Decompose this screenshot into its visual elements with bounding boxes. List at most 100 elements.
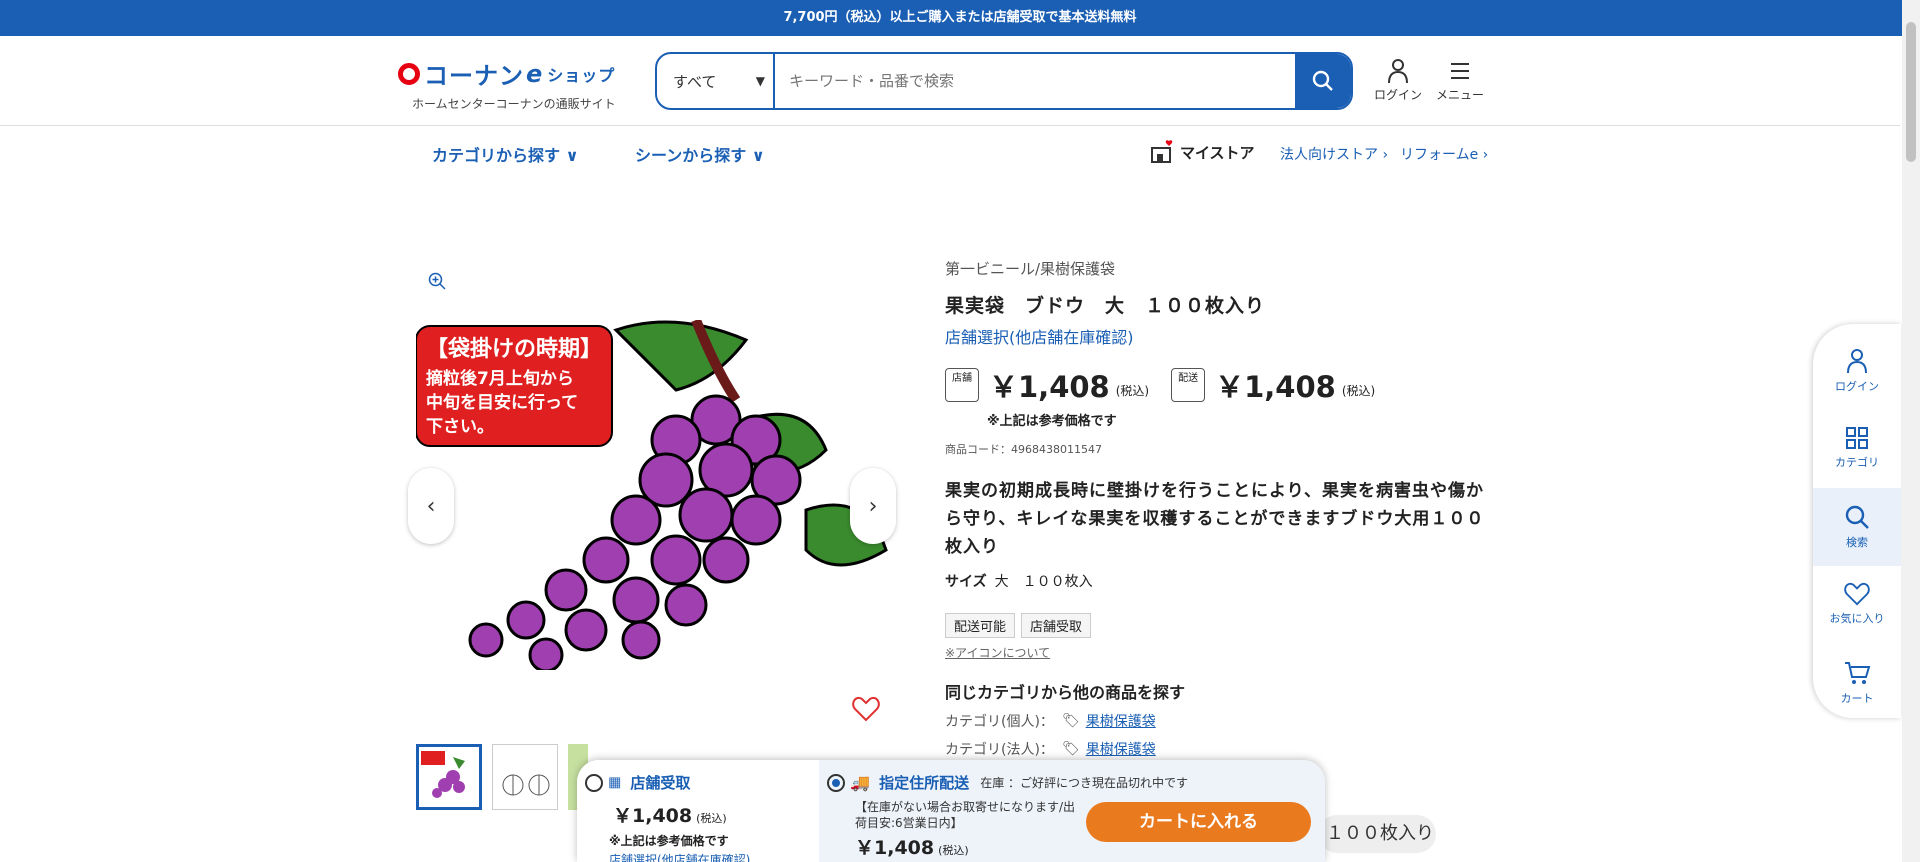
- sidebar-cart[interactable]: カート: [1813, 644, 1901, 722]
- favorite-button[interactable]: [852, 696, 880, 726]
- logo-mark-icon: [398, 62, 420, 85]
- store-pickup-store-link[interactable]: 店舗選択(他店舗在庫確認): [609, 851, 819, 862]
- global-nav: カテゴリから探す ∨ シーンから探す ∨ マイストア 法人向けストア › リフォ…: [0, 128, 1900, 178]
- store-price-box: 店舗 ￥1,408 (税込): [945, 364, 1149, 406]
- sidebar-search-label: 検索: [1846, 536, 1868, 549]
- price-row: 店舗 ￥1,408 (税込) 配送 ￥1,408 (税込): [945, 364, 1490, 406]
- thumbnail-1[interactable]: [416, 744, 482, 810]
- delivery-lead-time: 【在庫がない場合お取寄せになります/出荷目安:6営業日内】: [855, 800, 1076, 830]
- nav-category-dropdown[interactable]: カテゴリから探す ∨: [432, 142, 579, 166]
- image-caption-line3: 中旬を目安に行って: [426, 392, 578, 413]
- tag-delivery: 配送可能: [945, 613, 1016, 638]
- header-login-label: ログイン: [1373, 88, 1422, 102]
- tag-icon: 🏷: [1061, 741, 1080, 757]
- delivery-price: ￥1,408: [1215, 370, 1336, 404]
- next-image-button[interactable]: ›: [850, 468, 896, 544]
- feature-tags: 配送可能 店舗受取: [945, 613, 1490, 638]
- thumbnail-strip: [416, 744, 588, 810]
- product-brand: 第一ビニール/果樹保護袋: [945, 260, 1116, 278]
- chevron-down-icon: ∨: [751, 146, 765, 165]
- store-pickup-price: ￥1,408 (税込): [613, 801, 819, 828]
- store-select-link[interactable]: 店舗選択(他店舗在庫確認): [945, 324, 1490, 348]
- store-pickup-tax: (税込): [696, 812, 727, 825]
- sidebar-category[interactable]: カテゴリ: [1813, 410, 1901, 488]
- nav-category-label: カテゴリから探す: [432, 146, 561, 165]
- sidebar-favorite[interactable]: お気に入り: [1813, 566, 1901, 644]
- delivery-stock: 在庫 ：ご好評につき現在品切れ中です: [980, 776, 1189, 790]
- page-scrollbar[interactable]: [1902, 0, 1920, 862]
- sidebar-cart-label: カート: [1840, 692, 1874, 705]
- image-caption-line1: 【袋掛けの時期】: [426, 336, 602, 362]
- category-personal-row: カテゴリ(個人)： 🏷 果樹保護袋: [945, 711, 1490, 731]
- logo-subtitle: ホームセンターコーナンの通販サイト: [412, 97, 616, 111]
- store-pickup-option[interactable]: ▦ 店舗受取 ￥1,408 (税込) ※上記は参考価格です 店舗選択(他店舗在庫確…: [577, 760, 819, 862]
- delivery-radio[interactable]: [827, 773, 845, 792]
- prev-image-button[interactable]: ‹: [408, 468, 454, 544]
- category-corporate-label: カテゴリ(法人)：: [945, 742, 1054, 758]
- free-shipping-banner: 7,700円（税込）以上ご購入または店舗受取で基本送料無料: [0, 0, 1920, 36]
- logo-brand: コーナン: [424, 62, 524, 90]
- corporate-label: 法人向けストア: [1280, 147, 1378, 163]
- reform-link[interactable]: リフォームe ›: [1400, 144, 1488, 164]
- sidebar-category-label: カテゴリ: [1835, 456, 1879, 469]
- store-icon: 店舗: [945, 368, 979, 402]
- image-caption-line2: 摘粒後7月上旬から: [426, 368, 574, 389]
- size-option-pill[interactable]: １００枚入り: [1318, 815, 1436, 853]
- search-category-select[interactable]: すべて ▼: [657, 54, 775, 108]
- corporate-store-link[interactable]: 法人向けストア ›: [1280, 144, 1388, 164]
- icon-info-link[interactable]: ※アイコンについて: [945, 644, 1490, 661]
- delivery-tax: (税込): [1341, 383, 1376, 398]
- category-corporate-link[interactable]: 果樹保護袋: [1086, 739, 1156, 759]
- diagram-thumbnail: [502, 774, 550, 796]
- header-menu-button[interactable]: メニュー: [1430, 58, 1490, 103]
- category-personal-label: カテゴリ(個人)：: [945, 714, 1054, 730]
- grape-thumbnail: [421, 751, 465, 798]
- sidebar-login-label: ログイン: [1835, 380, 1879, 393]
- scrollbar-thumb[interactable]: [1906, 22, 1916, 162]
- site-logo[interactable]: コーナン e ショップ ホームセンターコーナンの通販サイト: [398, 56, 638, 112]
- same-category-heading: 同じカテゴリから他の商品を探す: [945, 683, 1186, 702]
- dropdown-arrow-icon: ▼: [755, 74, 765, 88]
- logo-shop: ショップ: [547, 65, 616, 85]
- cart-icon: [1845, 662, 1871, 684]
- sidebar-search[interactable]: 検索: [1813, 488, 1901, 566]
- tag-store-pickup: 店舗受取: [1021, 613, 1092, 638]
- image-caption-line4: 下さい。: [426, 417, 494, 437]
- store-pickup-radio[interactable]: [585, 773, 603, 792]
- hamburger-icon: [1451, 63, 1469, 79]
- search-icon: [1312, 70, 1333, 91]
- heart-icon: [1844, 582, 1870, 606]
- product-name: 果実袋 ブドウ 大 １００枚入り: [945, 295, 1266, 317]
- delivery-icon: 配送: [1171, 368, 1206, 402]
- product-info: 第一ビニール/果樹保護袋 果実袋 ブドウ 大 １００枚入り 店舗選択(他店舗在庫…: [945, 258, 1490, 759]
- sidebar-login[interactable]: ログイン: [1813, 332, 1901, 410]
- mystore-label: マイストア: [1180, 143, 1255, 162]
- mystore-link[interactable]: マイストア: [1150, 140, 1255, 164]
- search-button[interactable]: [1295, 54, 1351, 108]
- nav-scene-dropdown[interactable]: シーンから探す ∨: [635, 142, 765, 166]
- sidebar-favorite-label: お気に入り: [1829, 612, 1885, 625]
- logo-e: e: [526, 59, 544, 88]
- header-menu-label: メニュー: [1435, 88, 1484, 102]
- store-price: ￥1,408: [989, 370, 1110, 404]
- header-login-button[interactable]: ログイン: [1368, 58, 1428, 103]
- chevron-right-icon: ›: [868, 493, 878, 519]
- floating-sidebar: ログイン カテゴリ 検索 お気に入り カート: [1813, 324, 1901, 718]
- product-code: 商品コード：4968438011547: [945, 443, 1102, 456]
- heart-icon: [852, 697, 880, 722]
- category-personal-link[interactable]: 果樹保護袋: [1086, 711, 1156, 731]
- zoom-button[interactable]: [428, 272, 446, 294]
- thumbnail-2[interactable]: [492, 744, 558, 810]
- truck-icon: 🚚: [850, 773, 871, 792]
- add-to-cart-button[interactable]: カートに入れる: [1086, 802, 1311, 842]
- chevron-down-icon: ∨: [565, 146, 579, 165]
- delivery-icon-label: 配送: [1178, 373, 1199, 384]
- product-main-image[interactable]: 【袋掛けの時期】 摘粒後7月上旬から 中旬を目安に行って 下さい。: [415, 318, 890, 673]
- store-pickup-price-value: ￥1,408: [613, 805, 693, 827]
- user-icon: [1388, 59, 1408, 84]
- search-bar: すべて ▼: [655, 52, 1353, 110]
- tag-icon: 🏷: [1061, 713, 1080, 729]
- size-label: サイズ: [945, 574, 987, 590]
- reform-label: リフォームe: [1400, 147, 1479, 163]
- search-input[interactable]: [775, 54, 1295, 108]
